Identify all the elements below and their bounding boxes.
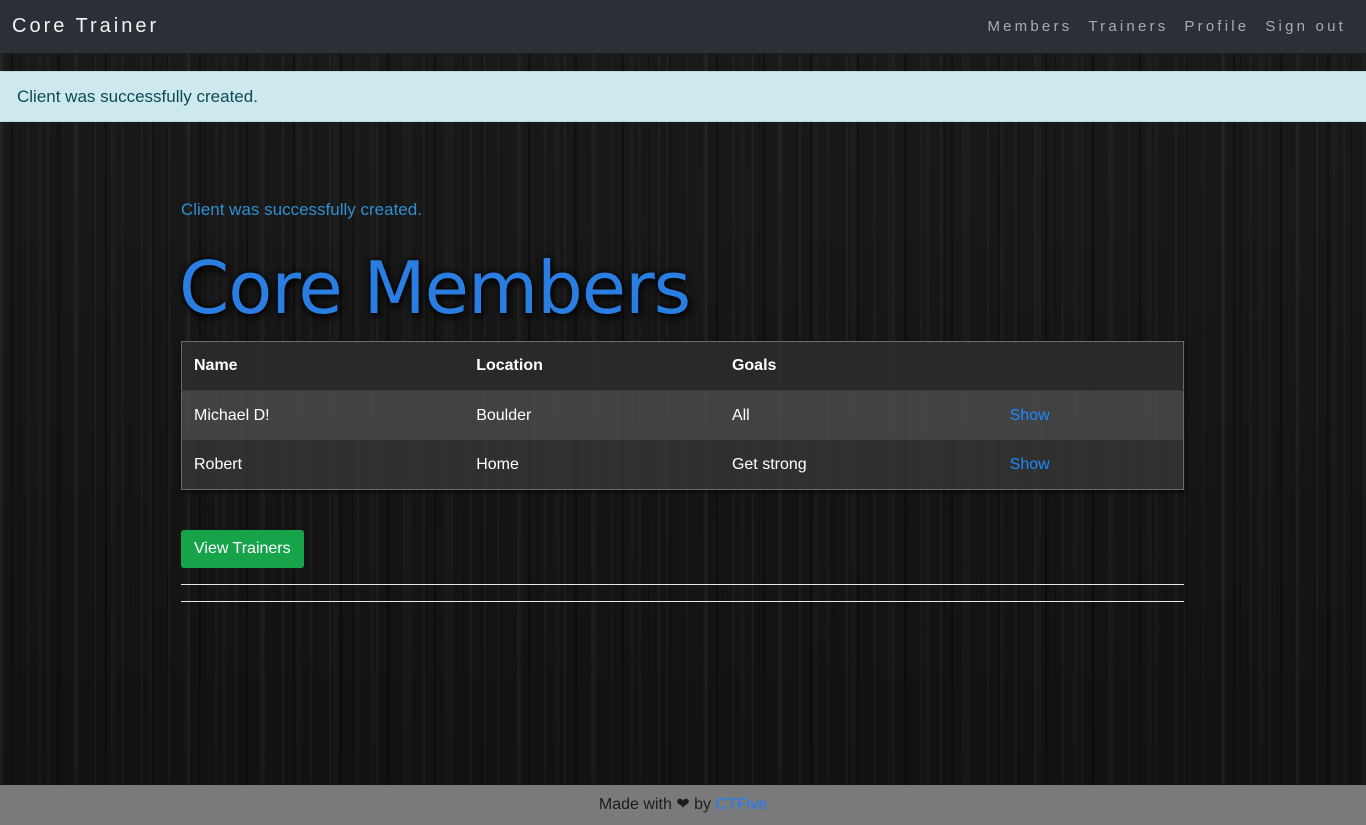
main-container: Client was successfully created. Core Me…	[179, 200, 1184, 602]
column-header-actions	[997, 341, 1184, 391]
cell-goals: All	[719, 390, 998, 440]
top-navbar: Core Trainer Members Trainers Profile Si…	[0, 0, 1366, 54]
show-member-link[interactable]: Show	[1010, 456, 1050, 473]
divider	[181, 601, 1184, 602]
column-header-name: Name	[181, 341, 465, 391]
cell-action: Show	[997, 390, 1184, 440]
footer: Made with ❤ by CTFive	[0, 785, 1366, 825]
flash-alert: Client was successfully created.	[0, 71, 1366, 122]
nav-link-profile[interactable]: Profile	[1184, 18, 1249, 35]
nav-link-trainers[interactable]: Trainers	[1088, 18, 1168, 35]
footer-made-with: Made with	[598, 796, 672, 813]
column-header-location: Location	[464, 341, 720, 391]
members-table: Name Location Goals Michael D! Boulder A…	[181, 341, 1184, 490]
nav-link-members[interactable]: Members	[987, 18, 1072, 35]
notice-text: Client was successfully created.	[181, 200, 422, 219]
view-trainers-button[interactable]: View Trainers	[181, 530, 304, 568]
cell-action: Show	[997, 440, 1184, 490]
divider	[181, 584, 1184, 585]
cell-location: Boulder	[464, 390, 720, 440]
footer-author-link[interactable]: CTFive	[716, 796, 768, 813]
table-header-row: Name Location Goals	[181, 341, 1184, 391]
nav-links: Members Trainers Profile Sign out	[987, 18, 1346, 35]
page-title: Core Members	[179, 246, 691, 330]
table-row: Robert Home Get strong Show	[181, 440, 1184, 490]
footer-by: by	[694, 796, 712, 813]
cell-location: Home	[464, 440, 720, 490]
table-row: Michael D! Boulder All Show	[181, 390, 1184, 440]
cell-name: Michael D!	[181, 390, 465, 440]
brand-logo-link[interactable]: Core Trainer	[12, 15, 159, 38]
nav-link-sign-out[interactable]: Sign out	[1265, 18, 1346, 35]
show-member-link[interactable]: Show	[1010, 407, 1050, 424]
heart-icon: ❤	[676, 796, 690, 813]
column-header-goals: Goals	[719, 341, 998, 391]
cell-name: Robert	[181, 440, 465, 490]
cell-goals: Get strong	[719, 440, 998, 490]
